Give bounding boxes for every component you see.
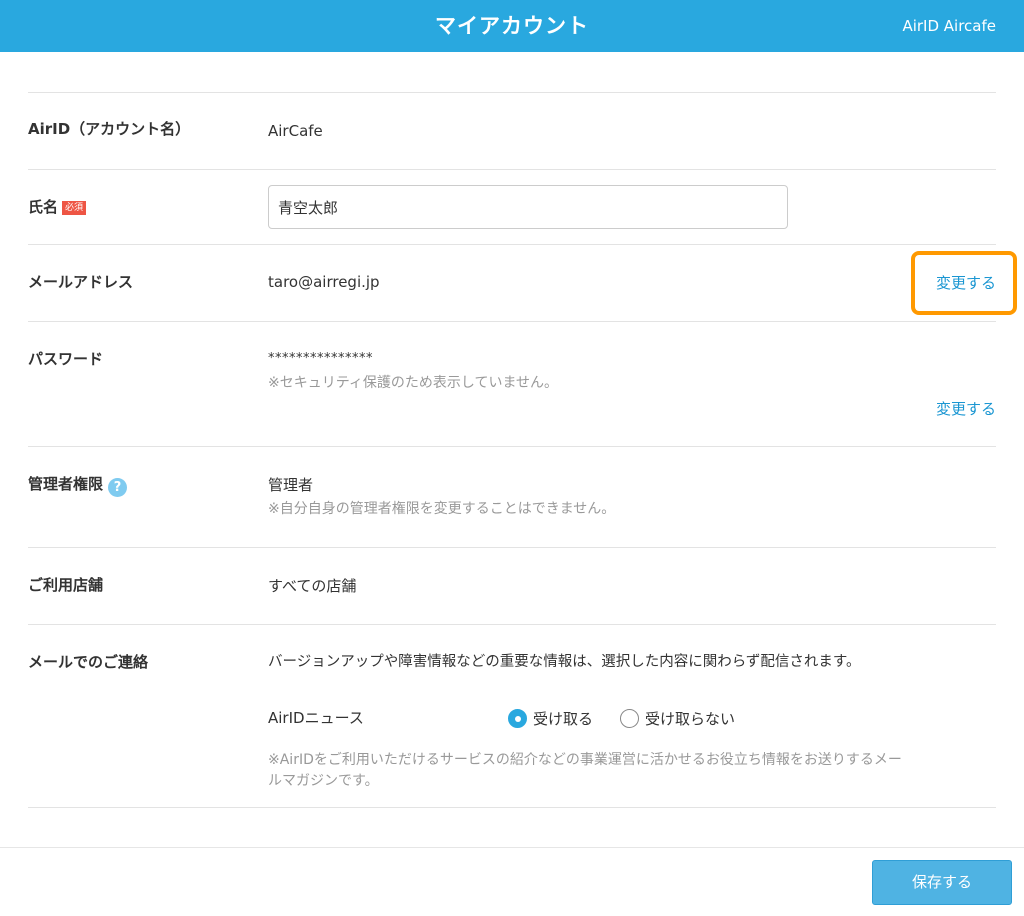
email-label: メールアドレス	[28, 273, 134, 291]
stores-label: ご利用店舗	[28, 576, 104, 594]
admin-note: ※自分自身の管理者権限を変更することはできません。	[268, 501, 616, 517]
newsletter-note-line-2: ルマガジンです。	[268, 773, 379, 789]
divider	[28, 446, 996, 447]
radio-not-receive-label[interactable]: 受け取らない	[645, 709, 735, 729]
save-button[interactable]: 保存する	[872, 860, 1012, 905]
mail-contact-label: メールでのご連絡	[28, 653, 149, 671]
radio-unselected-icon[interactable]	[620, 709, 639, 728]
password-note: ※セキュリティ保護のため表示していません。	[268, 375, 559, 391]
help-icon[interactable]: ?	[108, 478, 128, 497]
radio-receive-label[interactable]: 受け取る	[533, 709, 593, 729]
email-value: taro@airregi.jp	[268, 273, 380, 291]
password-masked-value: ***************	[268, 351, 373, 366]
password-label: パスワード	[28, 350, 104, 368]
divider	[28, 92, 996, 93]
divider	[28, 321, 996, 322]
header-bar: マイアカウント AirID Aircafe	[0, 0, 1024, 52]
radio-selected-icon[interactable]	[508, 709, 527, 728]
stores-value: すべての店舗	[268, 577, 357, 595]
name-input[interactable]	[268, 185, 788, 229]
admin-label: 管理者権限?	[28, 474, 128, 497]
page-title: マイアカウント	[435, 14, 589, 38]
account-menu[interactable]: AirID Aircafe	[902, 0, 996, 52]
admin-label-text: 管理者権限	[28, 475, 104, 493]
footer-divider	[0, 847, 1024, 848]
change-password-link[interactable]: 変更する	[936, 399, 996, 419]
divider	[28, 244, 996, 245]
name-label: 氏名 必須	[28, 197, 87, 217]
divider	[28, 547, 996, 548]
highlight-frame	[911, 251, 1017, 315]
admin-value: 管理者	[268, 476, 314, 494]
airid-news-label: AirIDニュース	[268, 709, 364, 727]
newsletter-note-line-1: ※AirIDをご利用いただけるサービスの紹介などの事業運営に活かせるお役立ち情報…	[268, 752, 902, 768]
airid-value: AirCafe	[268, 122, 323, 140]
name-label-text: 氏名	[28, 198, 59, 216]
mail-contact-description: バージョンアップや障害情報などの重要な情報は、選択した内容に関わらず配信されます…	[268, 654, 861, 670]
divider	[28, 624, 996, 625]
divider	[28, 807, 996, 808]
divider	[28, 169, 996, 170]
airid-label: AirID（アカウント名）	[28, 120, 191, 138]
required-badge: 必須	[62, 201, 87, 215]
